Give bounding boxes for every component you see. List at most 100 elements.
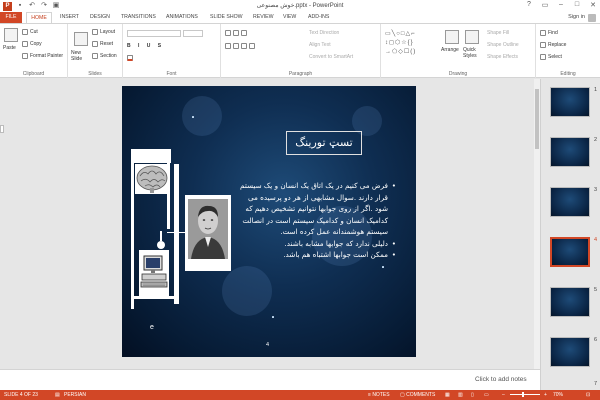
language-indicator[interactable]: PERSIAN	[64, 392, 86, 398]
bullets-icon	[225, 30, 231, 36]
text-direction-button[interactable]: Text Direction	[309, 30, 339, 36]
new-slide-button[interactable]: New Slide	[71, 50, 93, 62]
font-color-button[interactable]	[127, 55, 133, 61]
fit-slide-icon[interactable]: ⊡	[586, 392, 590, 398]
tab-home[interactable]: HOME	[26, 12, 52, 23]
reset-icon	[92, 41, 98, 47]
diagram-frame	[174, 164, 179, 304]
select-button[interactable]: Select	[540, 54, 562, 60]
editing-label: Editing	[560, 71, 576, 77]
zoom-out-icon[interactable]: –	[502, 392, 505, 398]
window-title: خوش مصنوعی.pptx - PowerPoint	[256, 3, 344, 9]
zoom-slider-knob[interactable]	[522, 392, 524, 397]
cut-button[interactable]: Cut	[22, 29, 38, 35]
arrange-button[interactable]: Arrange	[441, 47, 459, 53]
slide-thumbnail[interactable]	[550, 87, 590, 117]
maximize-icon[interactable]: □	[572, 1, 582, 9]
paste-icon[interactable]	[4, 28, 18, 42]
slide-thumbnail[interactable]	[550, 137, 590, 167]
find-button[interactable]: Find	[540, 30, 558, 36]
align-text-button[interactable]: Align Text	[309, 42, 331, 48]
copy-button[interactable]: Copy	[22, 41, 42, 47]
replace-button[interactable]: Replace	[540, 42, 566, 48]
tab-insert[interactable]: INSERT	[60, 12, 79, 23]
normal-view-icon[interactable]: ▦	[445, 392, 450, 398]
turing-portrait	[185, 195, 231, 271]
avatar	[588, 13, 596, 22]
reading-view-icon[interactable]: ▯	[471, 392, 474, 398]
tab-slide-show[interactable]: SLIDE SHOW	[210, 12, 243, 23]
tab-view[interactable]: VIEW	[283, 12, 296, 23]
minimize-icon[interactable]: –	[556, 1, 566, 9]
bullets-button[interactable]	[225, 30, 247, 36]
tab-file[interactable]: FILE	[0, 12, 22, 23]
bullet-item: ممکن است جوابها اشتباه هم باشد.	[240, 249, 396, 261]
zoom-level[interactable]: 70%	[553, 392, 563, 398]
notes-button[interactable]: ≡ NOTES	[368, 392, 390, 398]
tab-transitions[interactable]: TRANSITIONS	[121, 12, 156, 23]
slide-number: 4	[266, 342, 270, 348]
zoom-in-icon[interactable]: +	[544, 392, 547, 398]
quick-styles-icon[interactable]	[465, 30, 479, 44]
ribbon: Paste Cut Copy Format Painter Clipboard …	[0, 23, 600, 78]
tab-add-ins[interactable]: ADD-INS	[308, 12, 329, 23]
quick-styles-button[interactable]: Quick Styles	[463, 47, 483, 59]
shapes-gallery[interactable]: ▭╲○□△⌐ ↕◻⬡☆{} →⬠◇☐()	[385, 30, 440, 60]
tab-design[interactable]: DESIGN	[90, 12, 110, 23]
comments-button[interactable]: ▢ COMMENTS	[400, 392, 435, 398]
arrange-icon[interactable]	[445, 30, 459, 44]
zoom-slider[interactable]	[510, 392, 540, 397]
slide-pane-toggle[interactable]	[0, 125, 4, 133]
spellcheck-icon[interactable]: ▤	[55, 392, 60, 398]
new-slide-icon[interactable]	[74, 32, 88, 46]
brain-image	[135, 164, 169, 194]
font-name-field[interactable]	[127, 30, 181, 37]
notes-pane[interactable]: Click to add notes	[0, 369, 540, 390]
copy-icon	[22, 41, 28, 47]
connector-line	[160, 231, 162, 241]
bullet-item: فرض می کنیم در یک اتاق یک انسان و یک سیس…	[240, 180, 396, 238]
shape-effects-button[interactable]: Shape Effects	[487, 54, 518, 60]
shape-fill-button[interactable]: Shape Fill	[487, 30, 509, 36]
help-icon[interactable]: ?	[524, 1, 534, 9]
drawing-group: ▭╲○□△⌐ ↕◻⬡☆{} →⬠◇☐() Arrange Quick Styles …	[381, 24, 536, 78]
tab-review[interactable]: REVIEW	[253, 12, 273, 23]
paragraph-group: Text Direction Align Text Convert to Sma…	[221, 24, 381, 78]
convert-smartart-button[interactable]: Convert to SmartArt	[309, 54, 353, 60]
shape-outline-button[interactable]: Shape Outline	[487, 42, 519, 48]
font-style-buttons[interactable]: B I U S	[127, 43, 164, 49]
font-size-field[interactable]	[183, 30, 203, 37]
bokeh-light	[222, 266, 272, 316]
close-icon[interactable]: ✕	[588, 1, 598, 9]
slide-thumbnail[interactable]	[550, 187, 590, 217]
slide-sorter-icon[interactable]: ▥	[458, 392, 463, 398]
brush-icon	[22, 53, 28, 59]
ribbon-display-icon[interactable]: ▭	[540, 1, 550, 9]
layout-button[interactable]: Layout	[92, 29, 115, 35]
scrollbar-thumb[interactable]	[535, 89, 539, 149]
slide-body-text[interactable]: فرض می کنیم در یک اتاق یک انسان و یک سیس…	[240, 180, 396, 261]
diagram-frame	[131, 149, 134, 309]
sign-in[interactable]: Sign in	[568, 13, 596, 22]
slide-thumbnail-selected[interactable]	[550, 237, 590, 267]
window-controls: ? ▭ – □ ✕	[524, 1, 598, 9]
layout-icon	[92, 29, 98, 35]
reset-button[interactable]: Reset	[92, 41, 113, 47]
slide-thumbnail[interactable]	[550, 337, 590, 367]
slide-canvas[interactable]: تست تورینگ فرض می کنیم در یک اتاق یک انس…	[122, 86, 416, 357]
section-button[interactable]: Section	[92, 53, 117, 59]
paste-button[interactable]: Paste	[3, 45, 16, 51]
clipboard-label: Clipboard	[22, 71, 45, 77]
editing-group: Find Replace Select Editing	[536, 24, 600, 78]
slideshow-view-icon[interactable]: ▭	[484, 392, 489, 398]
slide-thumbnail-number: 5	[594, 287, 598, 293]
slide-thumbnail[interactable]	[550, 287, 590, 317]
slide-title[interactable]: تست تورینگ	[286, 131, 362, 155]
slides-label: Slides	[88, 71, 102, 77]
sparkle	[272, 316, 274, 318]
tab-animations[interactable]: ANIMATIONS	[166, 12, 198, 23]
section-icon	[92, 53, 98, 59]
slides-group: New Slide Layout Reset Section Slides	[68, 24, 123, 78]
format-painter-button[interactable]: Format Painter	[22, 53, 63, 59]
align-buttons[interactable]	[225, 43, 255, 49]
